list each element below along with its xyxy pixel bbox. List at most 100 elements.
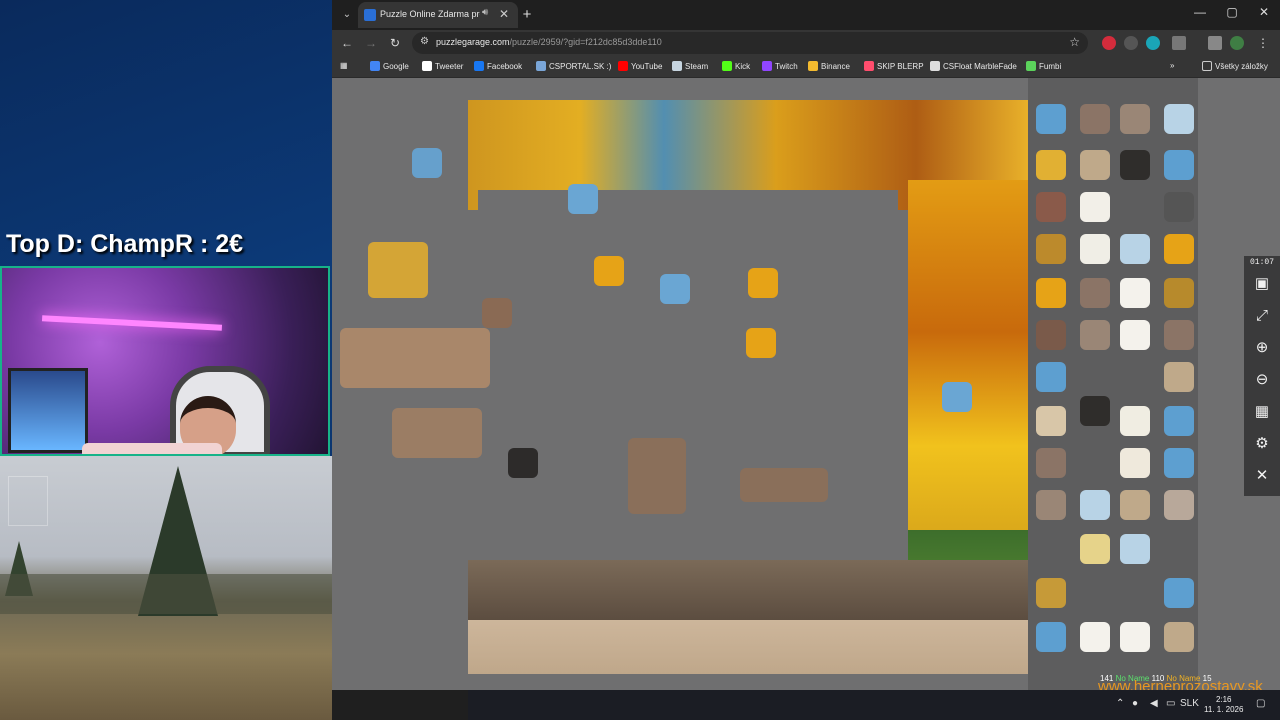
tray-piece[interactable]: [1164, 150, 1194, 180]
tray-piece[interactable]: [1080, 534, 1110, 564]
puzzle-piece[interactable]: [482, 298, 512, 328]
network-icon[interactable]: ▭: [1166, 698, 1175, 709]
puzzle-piece[interactable]: [740, 468, 828, 502]
puzzle-piece[interactable]: [942, 382, 972, 412]
puzzle-piece[interactable]: [412, 148, 442, 178]
tray-piece[interactable]: [1164, 490, 1194, 520]
fullscreen-icon[interactable]: ⤢: [1250, 304, 1274, 328]
bookmark-fumbi[interactable]: Fumbi: [1026, 61, 1061, 71]
tray-piece[interactable]: [1080, 278, 1110, 308]
site-info-icon[interactable]: ⚙: [420, 36, 429, 47]
tray-piece[interactable]: [1120, 406, 1150, 436]
puzzle-piece[interactable]: [594, 256, 624, 286]
tab-search-icon[interactable]: ⌄: [338, 6, 356, 24]
extension-teal-icon[interactable]: [1146, 36, 1160, 50]
bookmark-csfloat[interactable]: CSFloat MarbleFade: [930, 61, 1017, 71]
apps-grid-icon[interactable]: ▦: [340, 61, 348, 70]
extensions-puzzle-icon[interactable]: [1172, 36, 1186, 50]
tab-puzzle[interactable]: Puzzle Online Zdarma pre Každého 🔊︎ ✕: [358, 2, 518, 28]
tray-piece[interactable]: [1036, 104, 1066, 134]
extension-gray-icon[interactable]: [1124, 36, 1138, 50]
extension-red-icon[interactable]: [1102, 36, 1116, 50]
puzzle-piece[interactable]: [746, 328, 776, 358]
profile-avatar[interactable]: [1230, 36, 1244, 50]
language-indicator[interactable]: SLK: [1180, 698, 1199, 709]
bookmark-facebook[interactable]: Facebook: [474, 61, 522, 71]
tray-piece[interactable]: [1036, 278, 1066, 308]
browser-menu-icon[interactable]: ⋮: [1254, 35, 1272, 51]
tray-overflow-icon[interactable]: ⌃: [1116, 698, 1124, 709]
image-preview-icon[interactable]: ▣: [1250, 272, 1274, 296]
tray-piece[interactable]: [1036, 578, 1066, 608]
tray-piece[interactable]: [1036, 150, 1066, 180]
tray-piece[interactable]: [1080, 622, 1110, 652]
tray-piece[interactable]: [1036, 362, 1066, 392]
tray-piece[interactable]: [1080, 150, 1110, 180]
close-icon[interactable]: ✕: [1250, 464, 1274, 488]
tray-piece[interactable]: [1164, 104, 1194, 134]
bookmark-csportal[interactable]: CSPORTAL.SK :): [536, 61, 611, 71]
tray-piece[interactable]: [1080, 396, 1110, 426]
reload-icon[interactable]: ↻: [386, 35, 404, 51]
puzzle-piece[interactable]: [392, 408, 482, 458]
puzzle-piece[interactable]: [628, 438, 686, 514]
tray-piece[interactable]: [1036, 192, 1066, 222]
puzzle-piece[interactable]: [508, 448, 538, 478]
tray-piece[interactable]: [1120, 104, 1150, 134]
volume-icon[interactable]: ◀: [1150, 698, 1158, 709]
maximize-button[interactable]: ▢: [1222, 5, 1242, 19]
tray-piece[interactable]: [1164, 192, 1194, 222]
bookmark-binance[interactable]: Binance: [808, 61, 850, 71]
microphone-icon[interactable]: ●: [1132, 698, 1138, 709]
bookmark-google[interactable]: Google: [370, 61, 409, 71]
grid-icon[interactable]: ▦: [1250, 400, 1274, 424]
back-icon[interactable]: ←: [338, 35, 356, 51]
tray-piece[interactable]: [1036, 448, 1066, 478]
minimize-button[interactable]: —: [1190, 5, 1210, 19]
bookmark-star-icon[interactable]: ☆: [1069, 35, 1080, 49]
puzzle-piece[interactable]: [340, 328, 490, 388]
tray-piece[interactable]: [1164, 362, 1194, 392]
bookmark-steam[interactable]: Steam: [672, 61, 708, 71]
tray-piece[interactable]: [1036, 406, 1066, 436]
tray-piece[interactable]: [1120, 278, 1150, 308]
tray-piece[interactable]: [1120, 490, 1150, 520]
tray-piece[interactable]: [1120, 622, 1150, 652]
audio-icon[interactable]: 🔊︎: [482, 7, 488, 18]
puzzle-piece[interactable]: [568, 184, 598, 214]
tray-piece[interactable]: [1164, 448, 1194, 478]
tray-piece[interactable]: [1164, 622, 1194, 652]
tray-piece[interactable]: [1080, 490, 1110, 520]
bookmark-kick[interactable]: Kick: [722, 61, 750, 71]
tray-piece[interactable]: [1080, 234, 1110, 264]
tray-piece[interactable]: [1164, 234, 1194, 264]
tray-piece[interactable]: [1120, 534, 1150, 564]
notifications-icon[interactable]: ▢: [1256, 698, 1265, 709]
tray-piece[interactable]: [1036, 622, 1066, 652]
tray-piece[interactable]: [1120, 234, 1150, 264]
tray-piece[interactable]: [1120, 320, 1150, 350]
tray-piece[interactable]: [1164, 278, 1194, 308]
bookmark-tweeter[interactable]: Tweeter: [422, 61, 463, 71]
piece-tray[interactable]: [1028, 78, 1198, 690]
all-bookmarks-folder[interactable]: Všetky záložky: [1202, 61, 1268, 71]
tray-piece[interactable]: [1164, 578, 1194, 608]
tray-piece[interactable]: [1080, 104, 1110, 134]
tab-close-icon[interactable]: ✕: [499, 7, 509, 21]
tray-piece[interactable]: [1120, 448, 1150, 478]
forward-icon[interactable]: →: [362, 35, 380, 51]
bookmark-skip-blerp[interactable]: SKIP BLERP: [864, 61, 924, 71]
settings-icon[interactable]: ⚙: [1250, 432, 1274, 456]
tray-piece[interactable]: [1036, 490, 1066, 520]
puzzle-piece[interactable]: [748, 268, 778, 298]
tray-piece[interactable]: [1080, 192, 1110, 222]
address-input[interactable]: ⚙ puzzlegarage.com/puzzle/2959/?gid=f212…: [412, 32, 1088, 54]
taskbar-clock[interactable]: 2:16 11. 1. 2026: [1204, 695, 1243, 715]
tray-piece[interactable]: [1164, 406, 1194, 436]
zoom-in-icon[interactable]: ⊕: [1250, 336, 1274, 360]
bookmark-youtube[interactable]: YouTube: [618, 61, 662, 71]
tray-piece[interactable]: [1036, 234, 1066, 264]
puzzle-piece[interactable]: [660, 274, 690, 304]
more-bookmarks-icon[interactable]: »: [1170, 61, 1174, 70]
tray-piece[interactable]: [1036, 320, 1066, 350]
